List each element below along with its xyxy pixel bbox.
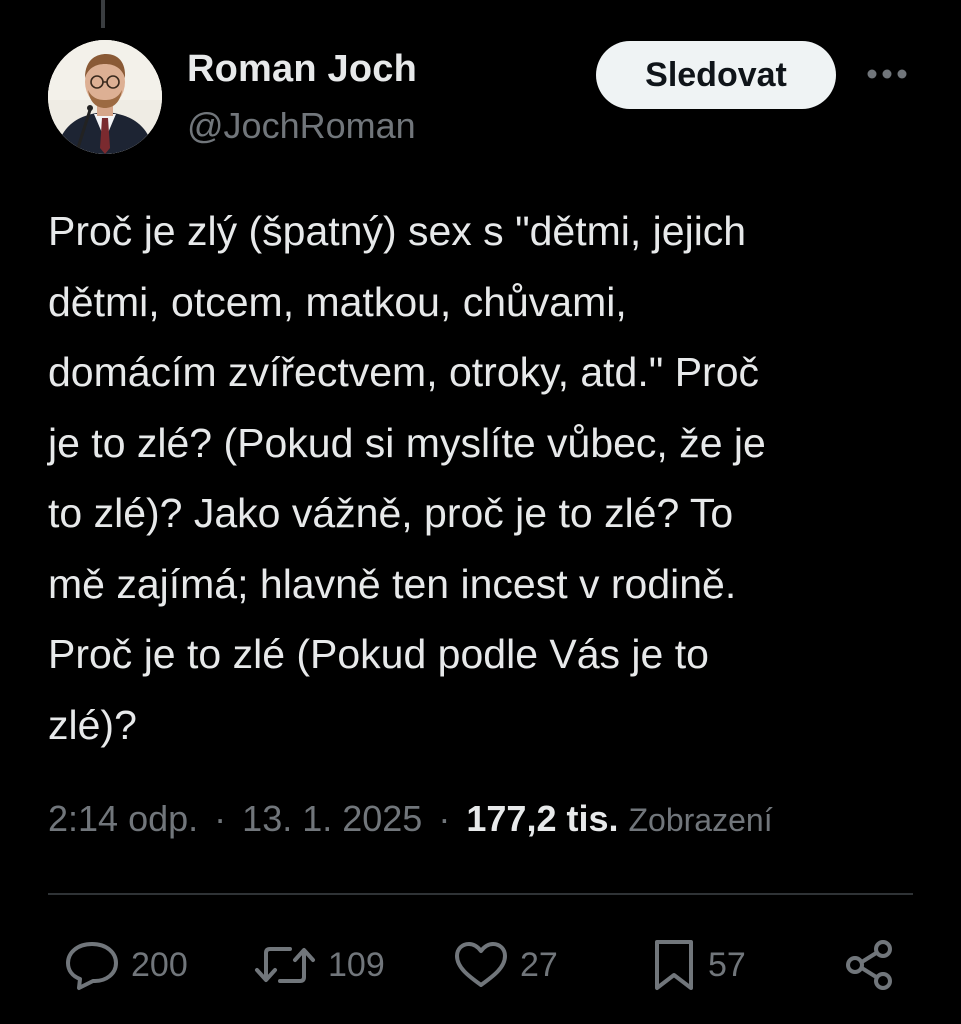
more-dots-icon [867, 69, 907, 79]
thread-connector-line [101, 0, 105, 28]
bookmark-icon [655, 940, 693, 990]
like-count: 27 [520, 945, 558, 984]
tweet-time[interactable]: 2:14 odp. [48, 798, 198, 839]
heart-icon [455, 942, 507, 987]
views-count[interactable]: 177,2 tis. [466, 798, 618, 839]
bookmark-button[interactable]: 57 [650, 930, 746, 1000]
divider [48, 893, 913, 895]
follow-button[interactable]: Sledovat [596, 41, 836, 109]
reply-icon [66, 942, 118, 990]
reply-count: 200 [131, 945, 188, 984]
share-button[interactable] [842, 930, 896, 1000]
repost-icon [255, 947, 315, 983]
author-display-name[interactable]: Roman Joch [187, 48, 417, 91]
bookmark-count: 57 [708, 945, 746, 984]
action-bar: 200 109 27 57 [0, 930, 961, 1000]
like-button[interactable]: 27 [452, 930, 558, 1000]
repost-button[interactable]: 109 [252, 930, 385, 1000]
tweet-meta: 2:14 odp. · 13. 1. 2025 · 177,2 tis. Zob… [48, 798, 773, 840]
avatar-photo [48, 40, 162, 154]
share-icon [846, 940, 892, 990]
views-label[interactable]: Zobrazení [629, 802, 773, 838]
tweet-text: Proč je zlý (špatný) sex s "dětmi, jejic… [48, 208, 766, 748]
meta-separator: · [214, 798, 227, 839]
author-handle[interactable]: @JochRoman [187, 105, 416, 147]
repost-count: 109 [328, 945, 385, 984]
tweet-date[interactable]: 13. 1. 2025 [242, 798, 422, 839]
reply-button[interactable]: 200 [63, 930, 188, 1000]
avatar[interactable] [48, 40, 162, 154]
meta-separator: · [438, 798, 451, 839]
more-options-button[interactable] [862, 62, 912, 86]
